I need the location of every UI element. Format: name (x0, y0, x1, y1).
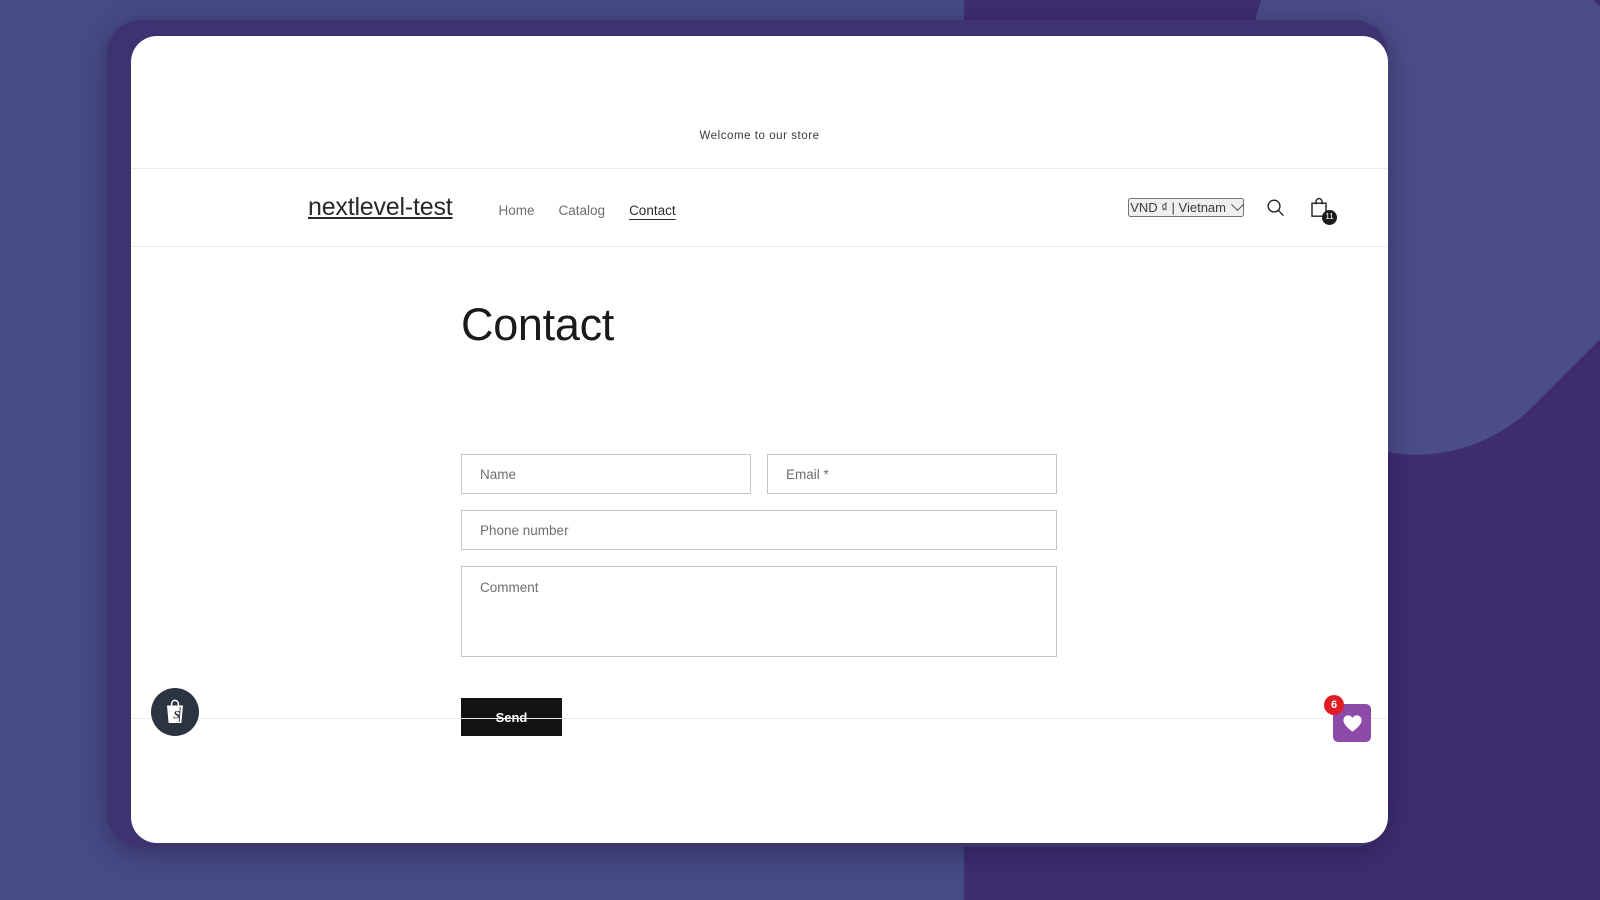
shopify-bag-icon: S (167, 699, 183, 723)
shopify-badge[interactable]: S (151, 688, 199, 736)
announcement-bar: Welcome to our store (131, 36, 1388, 169)
nav-link-home[interactable]: Home (499, 203, 535, 218)
name-email-row (461, 454, 1057, 494)
locale-selector[interactable]: VND ₫ | Vietnam (1128, 198, 1244, 217)
search-button[interactable] (1262, 195, 1288, 221)
heart-icon (1342, 714, 1362, 732)
send-button[interactable]: Send (461, 698, 562, 736)
announcement-text: Welcome to our store (699, 130, 820, 142)
cart-button[interactable]: 11 (1306, 195, 1337, 225)
main-navigation: Home Catalog Contact (499, 203, 676, 218)
store-logo[interactable]: nextlevel-test (308, 193, 453, 222)
content-inner: Contact Send (461, 302, 1057, 736)
page-surface: Welcome to our store nextlevel-test Home… (131, 36, 1388, 843)
comment-textarea[interactable] (461, 566, 1057, 657)
phone-input[interactable] (461, 510, 1057, 550)
phone-row (461, 510, 1057, 550)
nav-link-contact[interactable]: Contact (629, 203, 676, 218)
wishlist-widget[interactable]: 6 (1324, 695, 1371, 742)
contact-form: Send (461, 454, 1057, 736)
chevron-down-icon (1231, 198, 1244, 212)
site-header: nextlevel-test Home Catalog Contact VND … (131, 169, 1388, 247)
footer-divider (131, 718, 1388, 719)
page-title: Contact (461, 299, 614, 350)
wishlist-count-badge: 6 (1324, 695, 1344, 715)
contact-main: Contact Send (131, 247, 1388, 736)
nav-link-catalog[interactable]: Catalog (559, 203, 606, 218)
header-left: nextlevel-test Home Catalog Contact (308, 193, 676, 222)
search-icon (1267, 199, 1284, 216)
email-input[interactable] (767, 454, 1057, 494)
locale-label: VND ₫ | Vietnam (1130, 200, 1226, 215)
cart-count-badge: 11 (1322, 209, 1337, 225)
header-right: VND ₫ | Vietnam 11 (1128, 195, 1337, 225)
name-input[interactable] (461, 454, 751, 494)
